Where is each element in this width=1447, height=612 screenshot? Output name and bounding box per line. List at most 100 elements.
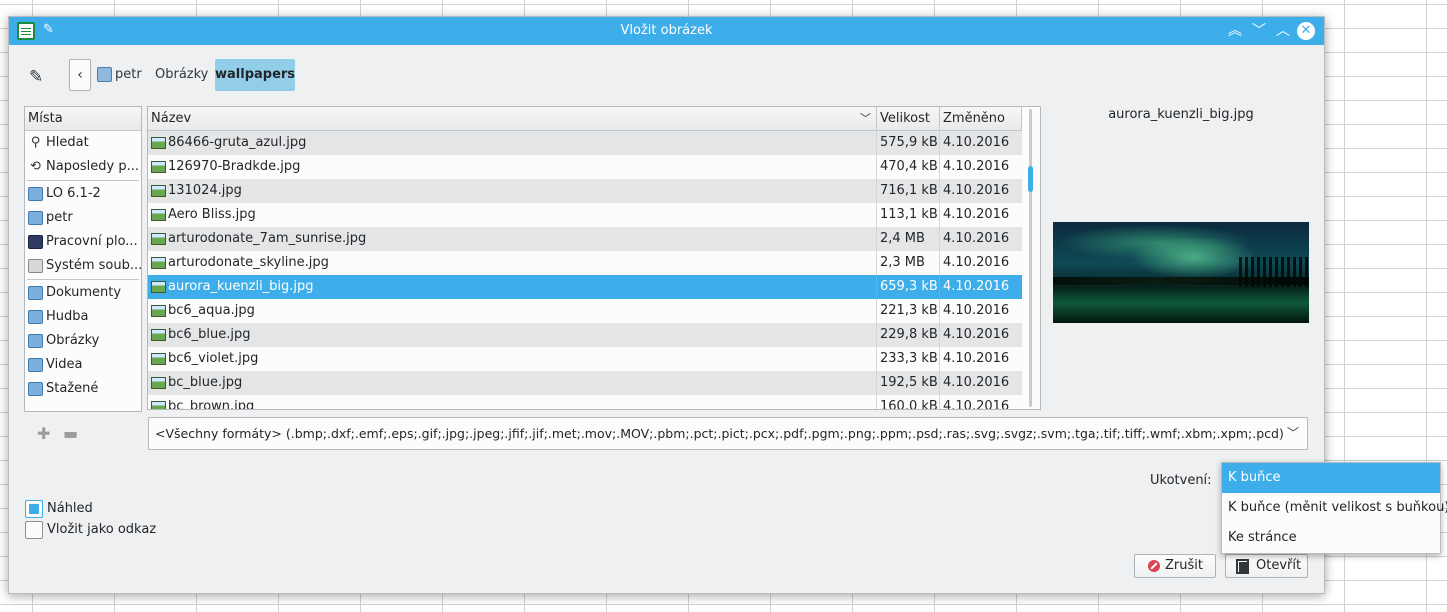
- title-bar[interactable]: ✎ Vložit obrázek ︽ ﹀ ︿ ✕: [9, 17, 1324, 45]
- place-label: Dokumenty: [46, 285, 122, 300]
- breadcrumb-home[interactable]: petr: [115, 67, 142, 82]
- place-item-search[interactable]: ⚲ Hledat: [25, 131, 141, 155]
- column-divider: [876, 155, 877, 179]
- breadcrumb-current[interactable]: wallpapers: [215, 59, 295, 91]
- column-divider: [876, 179, 877, 203]
- file-row[interactable]: bc_blue.jpg 192,5 kB 4.10.2016: [148, 371, 1022, 395]
- breadcrumb-pictures[interactable]: Obrázky: [155, 67, 208, 82]
- place-label: Pracovní plo...: [46, 234, 138, 249]
- open-button[interactable]: Otevřít: [1225, 554, 1308, 578]
- preview-checkbox[interactable]: [25, 500, 43, 518]
- place-item-home[interactable]: petr: [25, 206, 141, 230]
- column-divider: [939, 371, 940, 395]
- maximize-icon[interactable]: ︿: [1273, 21, 1293, 41]
- file-row[interactable]: 131024.jpg 716,1 kB 4.10.2016: [148, 179, 1022, 203]
- file-name: bc6_blue.jpg: [168, 327, 251, 342]
- anchor-dropdown-list: K buňce K buňce (měnit velikost s buňkou…: [1221, 462, 1447, 554]
- cancel-icon: [1148, 560, 1160, 572]
- edit-location-icon[interactable]: ✎: [29, 67, 51, 89]
- file-size: 470,4 kB: [880, 159, 938, 174]
- add-place-icon[interactable]: ✚: [37, 424, 50, 443]
- file-size: 229,8 kB: [880, 327, 938, 342]
- file-row[interactable]: Aero Bliss.jpg 113,1 kB 4.10.2016: [148, 203, 1022, 227]
- image-file-icon: [151, 353, 166, 365]
- file-row[interactable]: bc6_aqua.jpg 221,3 kB 4.10.2016: [148, 299, 1022, 323]
- place-item-videos[interactable]: Videa: [25, 353, 141, 377]
- file-name: bc_brown.jpg: [168, 399, 255, 410]
- scrollbar-track[interactable]: [1029, 109, 1032, 407]
- column-date[interactable]: Změněno: [940, 107, 1022, 131]
- back-button[interactable]: ‹: [69, 59, 91, 91]
- image-file-icon: [151, 401, 166, 409]
- file-row[interactable]: bc_brown.jpg 160,0 kB 4.10.2016: [148, 395, 1022, 410]
- anchor-option-cell-resize[interactable]: K buňce (měnit velikost s buňkou): [1222, 493, 1447, 523]
- file-row[interactable]: arturodonate_skyline.jpg 2,3 MB 4.10.2016: [148, 251, 1022, 275]
- search-icon: ⚲: [30, 135, 41, 150]
- remove-place-icon[interactable]: ▬: [63, 424, 78, 443]
- file-row[interactable]: arturodonate_7am_sunrise.jpg 2,4 MB 4.10.2…: [148, 227, 1022, 251]
- dialog-title: Vložit obrázek: [620, 23, 713, 38]
- link-checkbox[interactable]: [25, 521, 43, 539]
- place-item-recent[interactable]: ⟲ Naposledy p...: [25, 155, 141, 179]
- link-checkbox-label[interactable]: Vložit jako odkaz: [47, 522, 156, 537]
- minimize-icon[interactable]: ﹀: [1249, 21, 1269, 41]
- cancel-label: Zrušit: [1165, 558, 1203, 573]
- place-label: Systém soub...: [46, 258, 141, 273]
- place-item-filesystem[interactable]: Systém soub...: [25, 254, 141, 278]
- anchor-label: Ukotvení:: [1150, 473, 1212, 488]
- sort-descending-icon[interactable]: ﹀: [860, 110, 871, 126]
- file-name: arturodonate_7am_sunrise.jpg: [168, 231, 367, 246]
- place-item-lo[interactable]: LO 6.1-2: [25, 182, 141, 206]
- desktop-icon: [28, 235, 43, 249]
- file-date: 4.10.2016: [943, 351, 1010, 366]
- column-divider: [876, 347, 877, 371]
- place-label: Hudba: [46, 309, 89, 324]
- file-row[interactable]: 86466-gruta_azul.jpg 575,9 kB 4.10.2016: [148, 131, 1022, 155]
- place-item-pictures[interactable]: Obrázky: [25, 329, 141, 353]
- column-divider: [939, 395, 940, 409]
- file-list-scrollbar[interactable]: [1024, 109, 1038, 407]
- cancel-button[interactable]: Zrušit: [1134, 554, 1216, 578]
- place-item-music[interactable]: Hudba: [25, 305, 141, 329]
- column-divider: [939, 251, 940, 275]
- place-item-desktop[interactable]: Pracovní plo...: [25, 230, 141, 254]
- file-name: 126970-Bradkde.jpg: [168, 159, 301, 174]
- scrollbar-thumb[interactable]: [1028, 166, 1033, 192]
- file-size: 160,0 kB: [880, 399, 938, 410]
- file-size: 221,3 kB: [880, 303, 938, 318]
- preview-checkbox-label[interactable]: Náhled: [47, 501, 93, 516]
- anchor-option-page[interactable]: Ke stránce: [1222, 523, 1440, 553]
- videos-folder-icon: [28, 358, 43, 372]
- file-date: 4.10.2016: [943, 279, 1010, 294]
- places-header[interactable]: Místa: [25, 107, 141, 131]
- chevron-down-icon[interactable]: ﹀: [1287, 418, 1299, 449]
- file-name: Aero Bliss.jpg: [168, 207, 256, 222]
- place-item-downloads[interactable]: Stažené: [25, 377, 141, 401]
- insert-image-dialog: ✎ Vložit obrázek ︽ ﹀ ︿ ✕ ✎ ‹ petr Obrázk…: [8, 16, 1325, 594]
- column-size[interactable]: Velikost: [877, 107, 940, 131]
- file-row[interactable]: bc6_violet.jpg 233,3 kB 4.10.2016: [148, 347, 1022, 371]
- home-folder-icon: [28, 211, 43, 225]
- file-rows: 86466-gruta_azul.jpg 575,9 kB 4.10.2016 126…: [148, 131, 1022, 410]
- open-label: Otevřít: [1256, 558, 1302, 573]
- keep-above-icon[interactable]: ︽: [1225, 21, 1245, 41]
- downloads-folder-icon: [28, 382, 43, 396]
- file-row[interactable]: aurora_kuenzli_big.jpg 659,3 kB 4.10.2016: [148, 275, 1022, 299]
- column-divider: [939, 323, 940, 347]
- image-file-icon: [151, 233, 166, 245]
- file-row[interactable]: bc6_blue.jpg 229,8 kB 4.10.2016: [148, 323, 1022, 347]
- column-divider: [939, 347, 940, 371]
- column-divider: [876, 203, 877, 227]
- column-name[interactable]: Název: [148, 107, 877, 131]
- file-type-filter[interactable]: <Všechny formáty> (.bmp;.dxf;.emf;.eps;.…: [148, 417, 1308, 450]
- preview-filename: aurora_kuenzli_big.jpg: [1108, 107, 1254, 122]
- place-item-documents[interactable]: Dokumenty: [25, 281, 141, 305]
- recent-icon: ⟲: [30, 159, 41, 174]
- anchor-option-cell[interactable]: K buňce: [1222, 463, 1440, 493]
- file-date: 4.10.2016: [943, 303, 1010, 318]
- file-row[interactable]: 126970-Bradkde.jpg 470,4 kB 4.10.2016: [148, 155, 1022, 179]
- place-label: Hledat: [46, 135, 89, 150]
- home-icon: [97, 67, 112, 82]
- close-icon[interactable]: ✕: [1297, 22, 1315, 40]
- place-label: Naposledy p...: [46, 159, 140, 174]
